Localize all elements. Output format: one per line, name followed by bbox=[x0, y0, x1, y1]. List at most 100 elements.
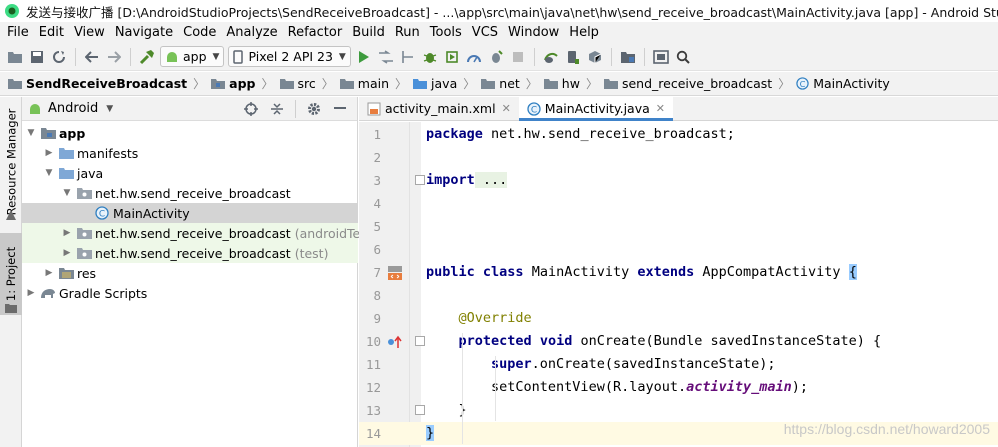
chevron-down-icon[interactable]: ▼ bbox=[26, 128, 36, 138]
chevron-right-icon[interactable]: ▶ bbox=[62, 228, 72, 238]
avd-manager-icon[interactable] bbox=[562, 46, 584, 68]
tree-node-package-main[interactable]: ▼ net.hw.send_receive_broadcast bbox=[22, 183, 358, 203]
chevron-right-icon[interactable]: ▶ bbox=[62, 248, 72, 258]
toolbar-separator bbox=[610, 47, 612, 66]
run-with-coverage-icon[interactable] bbox=[441, 46, 463, 68]
search-icon[interactable] bbox=[672, 46, 694, 68]
project-panel-header: Android ▼ bbox=[22, 97, 357, 121]
fold-marker[interactable] bbox=[415, 405, 425, 415]
back-icon[interactable] bbox=[81, 46, 103, 68]
menu-run[interactable]: Run bbox=[390, 22, 425, 43]
project-view-select[interactable]: Android ▼ bbox=[28, 101, 113, 116]
sync-gradle-icon[interactable] bbox=[540, 46, 562, 68]
code-line[interactable]: 7 public class MainActivity extends AppC… bbox=[359, 261, 998, 284]
chevron-right-icon[interactable]: ▶ bbox=[26, 288, 36, 298]
make-project-hammer-icon[interactable] bbox=[136, 46, 158, 68]
stop-icon[interactable] bbox=[507, 46, 529, 68]
code-line[interactable]: 1 package net.hw.send_receive_broadcast; bbox=[359, 123, 998, 146]
tree-node-manifests[interactable]: ▶ manifests bbox=[22, 143, 358, 163]
chevron-down-icon[interactable]: ▼ bbox=[44, 168, 54, 178]
class-icon: C bbox=[527, 101, 541, 116]
code-line[interactable]: 3 import ... bbox=[359, 169, 998, 192]
source-folder-icon bbox=[58, 166, 74, 180]
menu-build[interactable]: Build bbox=[347, 22, 390, 43]
save-all-icon[interactable] bbox=[26, 46, 48, 68]
layout-file-gutter-icon[interactable] bbox=[387, 264, 403, 281]
tab-activity-main-xml[interactable]: activity_main.xml ✕ bbox=[359, 97, 519, 120]
breadcrumb-src[interactable]: src bbox=[279, 76, 316, 91]
breadcrumb-class[interactable]: C MainActivity bbox=[796, 76, 890, 91]
menu-tools[interactable]: Tools bbox=[425, 22, 467, 43]
code-line[interactable]: 13 } bbox=[359, 399, 998, 422]
tree-node-package-androidtest[interactable]: ▶ net.hw.send_receive_broadcast (android… bbox=[22, 223, 377, 243]
menu-navigate[interactable]: Navigate bbox=[110, 22, 178, 43]
menu-window[interactable]: Window bbox=[503, 22, 564, 43]
toolbar-separator bbox=[295, 100, 296, 118]
run-icon[interactable] bbox=[353, 46, 375, 68]
sync-icon[interactable] bbox=[48, 46, 70, 68]
code-line[interactable]: 11 super.onCreate(savedInstanceState); bbox=[359, 353, 998, 376]
collapse-all-icon[interactable] bbox=[264, 98, 290, 120]
collapsed-imports[interactable]: ... bbox=[474, 172, 508, 188]
tab-mainactivity-java[interactable]: C MainActivity.java ✕ bbox=[518, 97, 674, 121]
layout-inspector-icon[interactable] bbox=[650, 46, 672, 68]
debug-icon[interactable] bbox=[419, 46, 441, 68]
tree-node-app[interactable]: ▼ app bbox=[22, 123, 358, 143]
code-line[interactable]: 4 bbox=[359, 192, 998, 215]
run-config-select[interactable]: app ▼ bbox=[160, 46, 225, 67]
menu-edit[interactable]: Edit bbox=[34, 22, 69, 43]
breadcrumb-java[interactable]: java bbox=[413, 76, 457, 91]
profile-icon[interactable] bbox=[463, 46, 485, 68]
code-line[interactable]: 5 bbox=[359, 215, 998, 238]
breadcrumb-hw[interactable]: hw bbox=[543, 76, 580, 91]
chevron-right-icon: 〉 bbox=[261, 77, 274, 91]
tree-node-package-test[interactable]: ▶ net.hw.send_receive_broadcast (test) bbox=[22, 243, 358, 263]
code-line[interactable]: 9 @Override bbox=[359, 307, 998, 330]
chevron-right-icon[interactable]: ▶ bbox=[44, 268, 54, 278]
menu-analyze[interactable]: Analyze bbox=[221, 22, 282, 43]
chevron-down-icon[interactable]: ▼ bbox=[62, 188, 72, 198]
tree-node-gradle-scripts[interactable]: ▶ Gradle Scripts bbox=[22, 283, 358, 303]
apply-changes-icon[interactable] bbox=[375, 46, 397, 68]
code-line[interactable]: 6 bbox=[359, 238, 998, 261]
tree-node-res[interactable]: ▶ res bbox=[22, 263, 358, 283]
code-line[interactable]: 2 bbox=[359, 146, 998, 169]
close-icon[interactable]: ✕ bbox=[502, 102, 511, 115]
chevron-right-icon[interactable]: ▶ bbox=[44, 148, 54, 158]
toolbar-separator bbox=[130, 47, 131, 66]
menu-code[interactable]: Code bbox=[178, 22, 221, 43]
breadcrumb-package[interactable]: send_receive_broadcast bbox=[603, 76, 772, 91]
code-line[interactable]: 10 protected void onCreate(Bundle savedI… bbox=[359, 330, 998, 353]
forward-icon[interactable] bbox=[103, 46, 125, 68]
code-line[interactable]: 8 bbox=[359, 284, 998, 307]
breadcrumb-main[interactable]: main bbox=[339, 76, 389, 91]
resource-manager-tab[interactable]: Resource Manager bbox=[0, 101, 22, 223]
breadcrumb-app[interactable]: app bbox=[211, 76, 256, 91]
xml-layout-icon bbox=[367, 102, 381, 116]
apply-code-changes-icon[interactable] bbox=[397, 46, 419, 68]
tree-node-java[interactable]: ▼ java bbox=[22, 163, 358, 183]
open-folder-icon[interactable] bbox=[4, 46, 26, 68]
override-method-icon[interactable] bbox=[387, 335, 403, 349]
fold-marker[interactable] bbox=[415, 175, 425, 185]
project-structure-icon[interactable] bbox=[617, 46, 639, 68]
menu-file[interactable]: File bbox=[2, 22, 34, 43]
close-icon[interactable]: ✕ bbox=[656, 102, 665, 115]
menu-help[interactable]: Help bbox=[564, 22, 604, 43]
locate-file-icon[interactable] bbox=[238, 98, 264, 120]
menu-refactor[interactable]: Refactor bbox=[283, 22, 348, 43]
toolbar-separator bbox=[533, 47, 535, 66]
breadcrumb-project[interactable]: SendReceiveBroadcast bbox=[8, 76, 187, 91]
code-line[interactable]: 12 setContentView(R.layout.activity_main… bbox=[359, 376, 998, 399]
attach-debugger-icon[interactable] bbox=[485, 46, 507, 68]
menu-view[interactable]: View bbox=[69, 22, 110, 43]
breadcrumb-net[interactable]: net bbox=[481, 76, 520, 91]
hide-panel-icon[interactable] bbox=[327, 98, 353, 120]
tree-node-mainactivity[interactable]: C MainActivity bbox=[22, 203, 358, 223]
device-select[interactable]: Pixel 2 API 23 ▼ bbox=[228, 46, 351, 67]
gear-icon[interactable] bbox=[301, 98, 327, 120]
sdk-manager-icon[interactable] bbox=[584, 46, 606, 68]
class-icon: C bbox=[94, 206, 110, 220]
menu-vcs[interactable]: VCS bbox=[467, 22, 503, 43]
fold-marker[interactable] bbox=[415, 336, 425, 346]
